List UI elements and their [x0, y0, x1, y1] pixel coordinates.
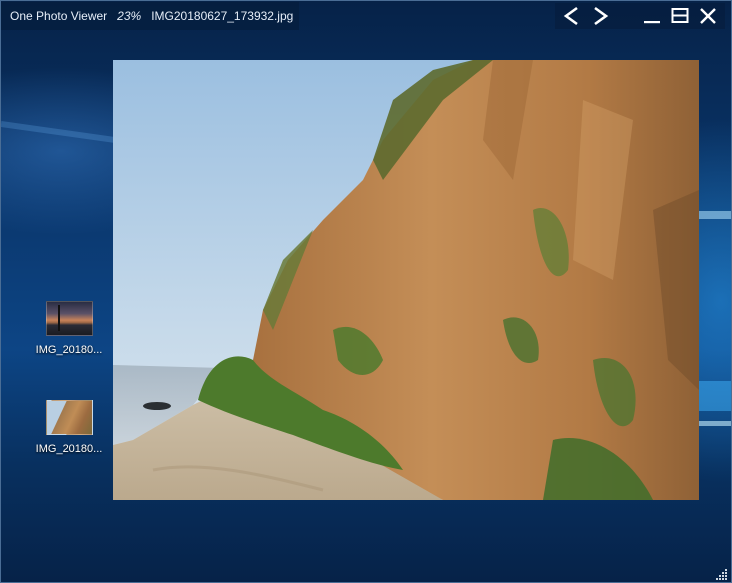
maximize-button[interactable] — [667, 4, 693, 28]
file-name: IMG20180627_173932.jpg — [151, 9, 294, 23]
resize-grip-icon[interactable] — [716, 567, 728, 580]
chevron-left-icon — [563, 6, 578, 26]
title-info: One Photo Viewer 23% IMG20180627_173932.… — [1, 2, 300, 30]
cliff-beach-photo — [113, 60, 699, 500]
app-title: One Photo Viewer — [10, 9, 108, 23]
desktop-light-beam — [1, 121, 121, 144]
next-image-button[interactable] — [587, 4, 613, 28]
photo-viewer-window: One Photo Viewer 23% IMG20180627_173932.… — [0, 0, 732, 583]
close-icon — [700, 8, 716, 24]
zoom-level: 23% — [117, 9, 142, 23]
title-bar[interactable]: One Photo Viewer 23% IMG20180627_173932.… — [1, 1, 731, 31]
thumbnail-label: IMG_20180... — [35, 344, 103, 356]
window-controls — [555, 3, 725, 29]
thumbnail-item[interactable]: IMG_20180... — [29, 400, 109, 455]
chevron-right-icon — [594, 6, 609, 26]
minimize-icon — [644, 21, 660, 24]
previous-image-button[interactable] — [559, 4, 585, 28]
thumbnail-item[interactable]: IMG_20180... — [29, 301, 109, 356]
maximize-icon — [671, 8, 689, 23]
main-photo[interactable] — [113, 60, 699, 500]
thumbnail-label: IMG_20180... — [35, 443, 103, 455]
sunset-thumbnail-image — [45, 301, 93, 336]
cliff-thumbnail-image — [45, 400, 93, 435]
close-button[interactable] — [695, 4, 721, 28]
minimize-button[interactable] — [639, 4, 665, 28]
